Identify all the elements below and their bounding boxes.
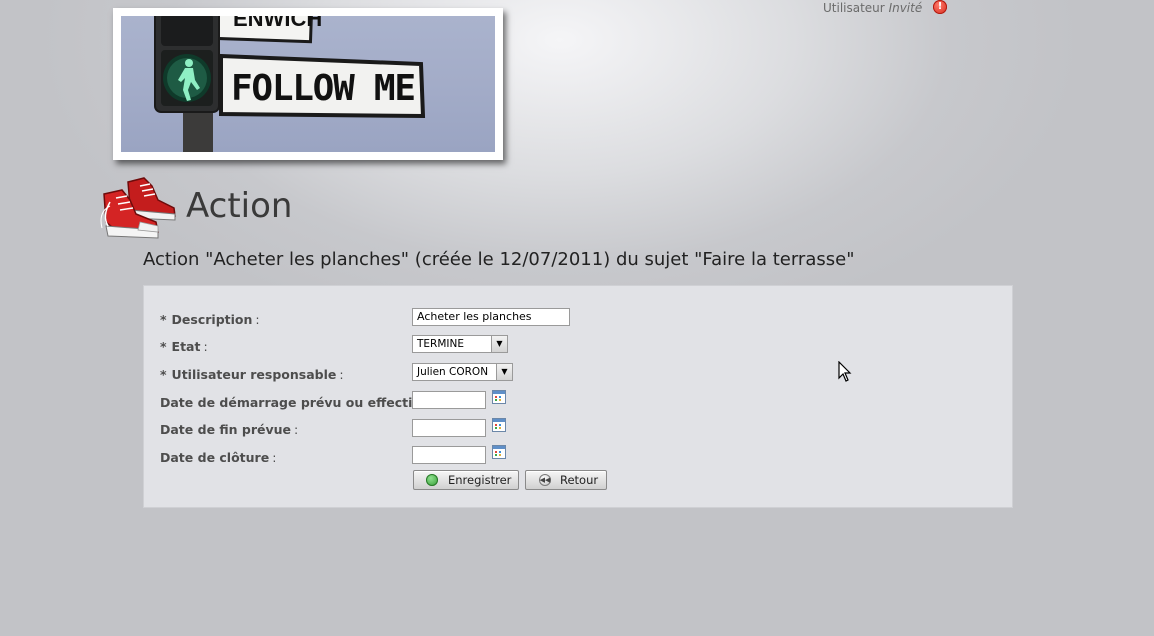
date-demarrage-label: Date de démarrage prévu ou effectif: bbox=[160, 395, 424, 410]
page-subtitle: Action "Acheter les planches" (créée le … bbox=[143, 249, 855, 270]
mouse-cursor-icon bbox=[838, 361, 852, 382]
date-demarrage-input[interactable] bbox=[412, 391, 486, 409]
date-cloture-input[interactable] bbox=[412, 446, 486, 464]
responsable-selected-value: Julien CORON bbox=[417, 366, 489, 378]
banner-sign-text: FOLLOW ME bbox=[231, 68, 416, 109]
user-info: Utilisateur Invité bbox=[823, 1, 922, 15]
responsable-select[interactable]: Julien CORON ▼ bbox=[412, 363, 513, 381]
back-button-label: Retour bbox=[560, 473, 599, 487]
banner-top-sign-text: ENWICH bbox=[233, 16, 322, 31]
dropdown-arrow-icon[interactable]: ▼ bbox=[496, 364, 512, 380]
action-form: * Description: Acheter les planches * Etat… bbox=[143, 285, 1013, 508]
calendar-icon[interactable] bbox=[492, 445, 506, 459]
warning-icon[interactable]: ! bbox=[933, 0, 947, 14]
check-icon bbox=[426, 474, 438, 486]
date-fin-label: Date de fin prévue: bbox=[160, 422, 299, 437]
banner-photo: ENWICH FOLLOW ME bbox=[121, 16, 495, 152]
required-marker: * bbox=[160, 312, 167, 327]
date-fin-input[interactable] bbox=[412, 419, 486, 437]
required-marker: * bbox=[160, 367, 167, 382]
etat-label: * Etat: bbox=[160, 339, 208, 354]
etat-select[interactable]: TERMINE ▼ bbox=[412, 335, 508, 353]
description-label: * Description: bbox=[160, 312, 260, 327]
banner-illustration: ENWICH FOLLOW ME bbox=[154, 16, 426, 152]
date-cloture-label: Date de clôture: bbox=[160, 450, 277, 465]
page-title: Action bbox=[186, 186, 293, 226]
calendar-icon[interactable] bbox=[492, 418, 506, 432]
description-input[interactable]: Acheter les planches bbox=[412, 308, 570, 326]
etat-selected-value: TERMINE bbox=[417, 338, 464, 350]
required-marker: * bbox=[160, 339, 167, 354]
banner-image: ENWICH FOLLOW ME bbox=[113, 8, 503, 160]
user-label: Utilisateur bbox=[823, 1, 885, 15]
save-button-label: Enregistrer bbox=[448, 473, 512, 487]
user-name[interactable]: Invité bbox=[889, 1, 923, 15]
rewind-icon: ◀◀ bbox=[539, 474, 551, 486]
sneakers-icon bbox=[100, 177, 176, 239]
back-button[interactable]: ◀◀ Retour bbox=[525, 470, 607, 490]
responsable-label: * Utilisateur responsable: bbox=[160, 367, 344, 382]
calendar-icon[interactable] bbox=[492, 390, 506, 404]
save-button[interactable]: Enregistrer bbox=[413, 470, 519, 490]
dropdown-arrow-icon[interactable]: ▼ bbox=[491, 336, 507, 352]
